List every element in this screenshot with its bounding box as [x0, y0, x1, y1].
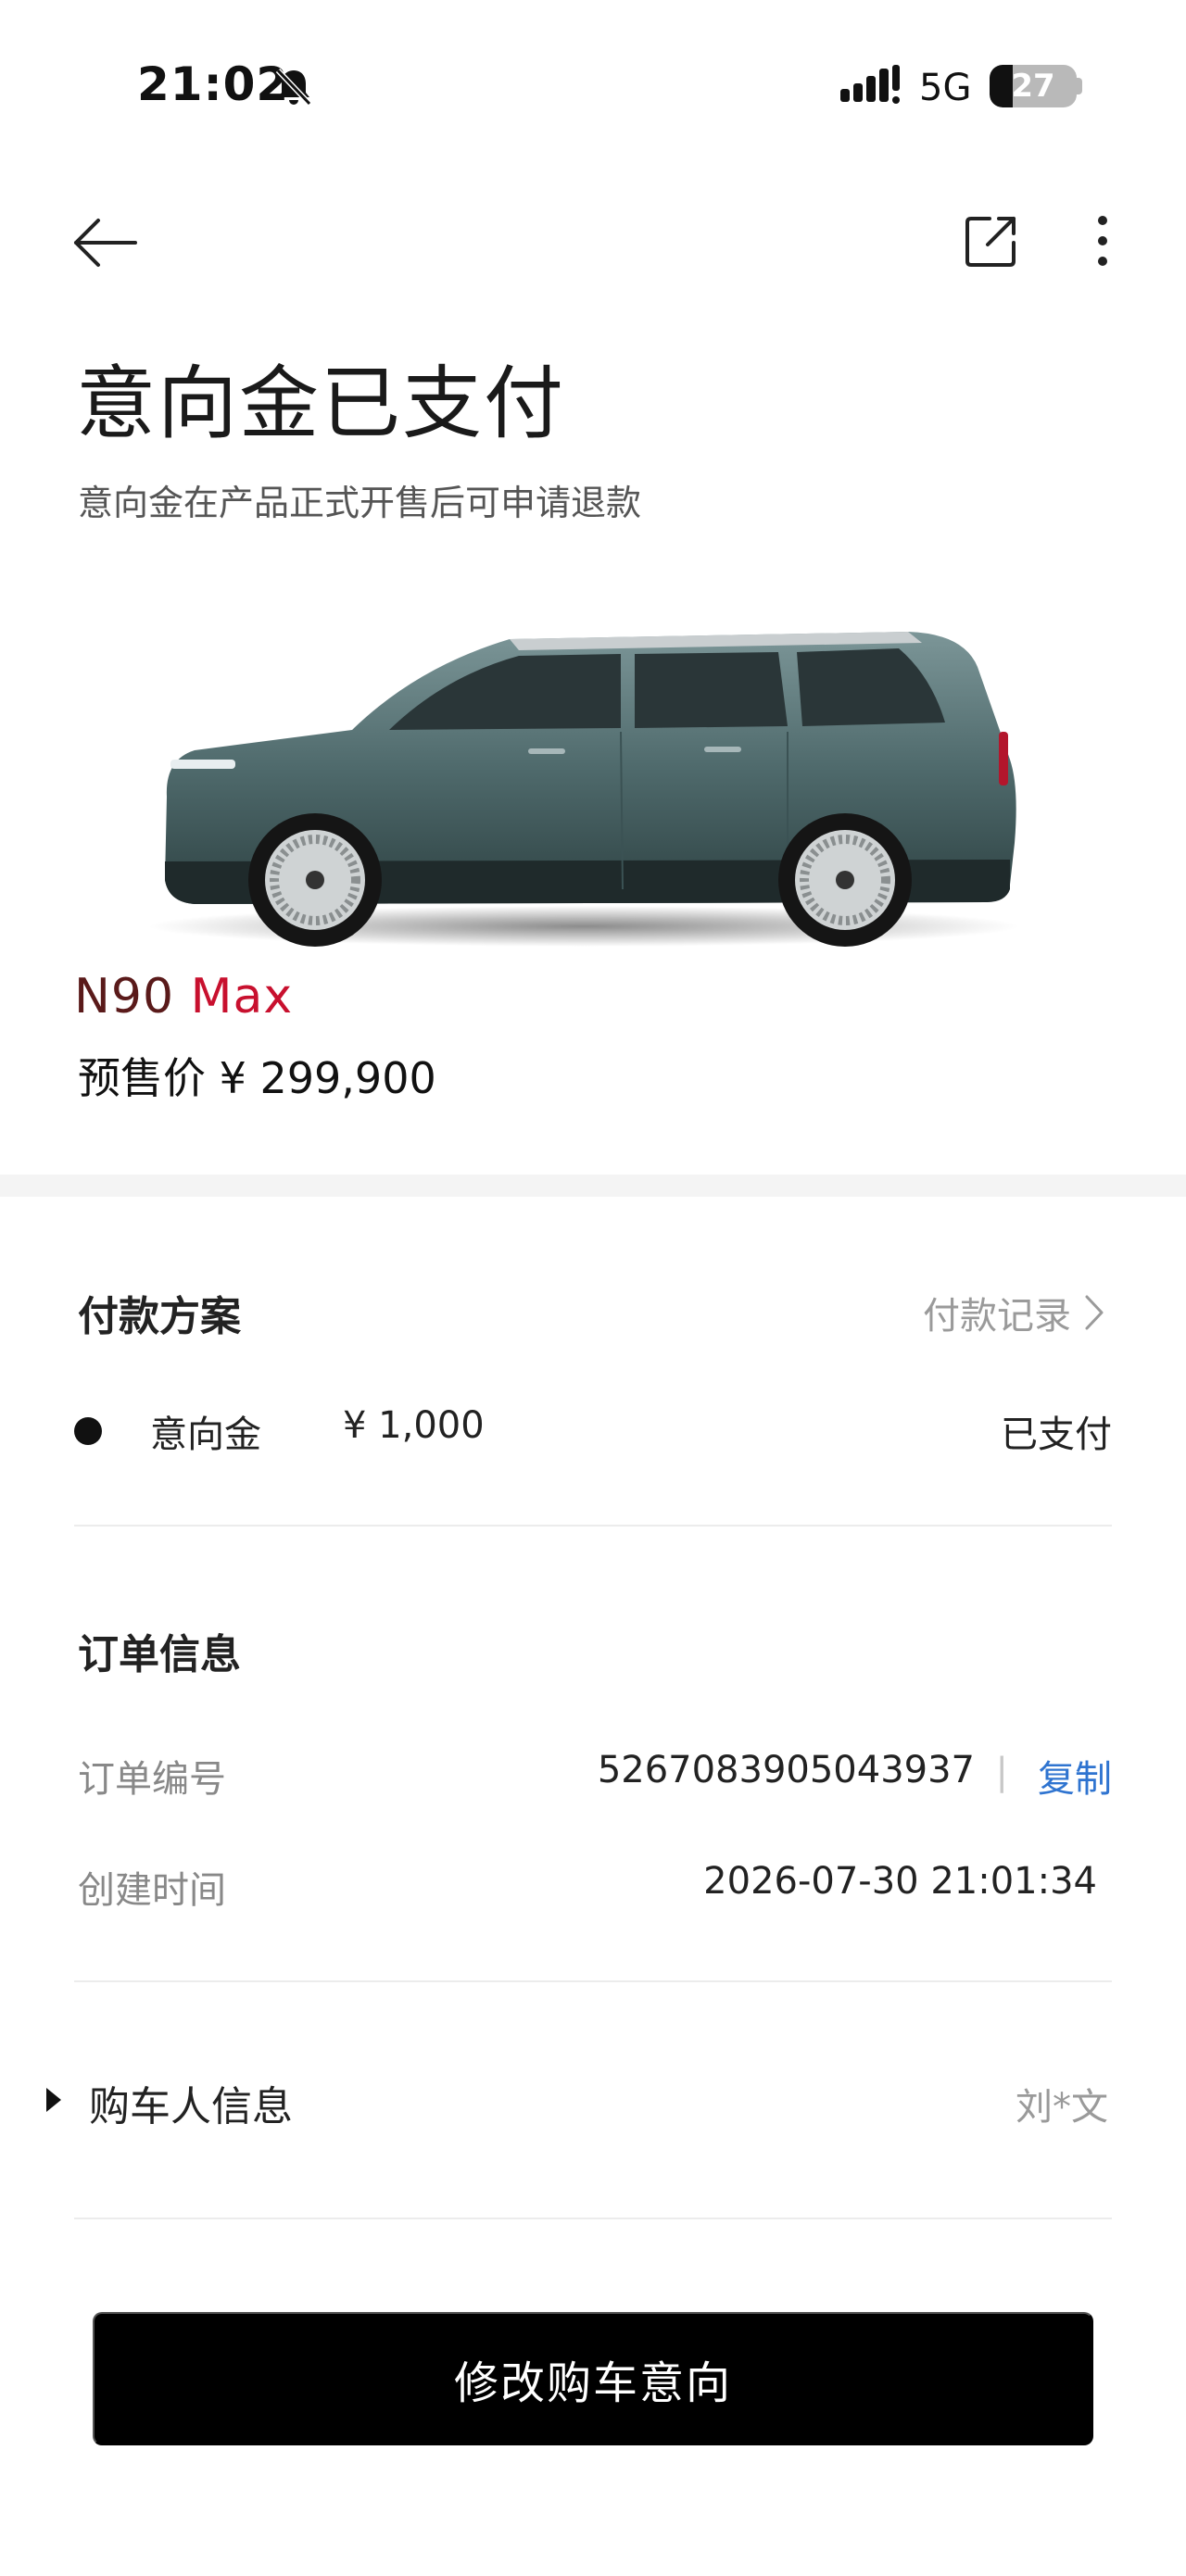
divider [74, 1525, 1112, 1527]
signal-icon [840, 65, 900, 104]
created-time-label: 创建时间 [78, 1869, 226, 1912]
more-vertical-icon[interactable] [1086, 211, 1119, 270]
battery-tip [1077, 78, 1082, 94]
created-time-row: 创建时间 2026-07-30 21:01:34 [78, 1860, 1112, 1916]
copy-button[interactable]: 复制 [1038, 1749, 1112, 1803]
page-subtitle: 意向金在产品正式开售后可申请退款 [78, 483, 642, 523]
created-time-value: 2026-07-30 21:01:34 [703, 1860, 1097, 1903]
battery-indicator: 27 [990, 65, 1077, 107]
payment-item-status: 已支付 [1001, 1414, 1112, 1456]
page-title: 意向金已支付 [76, 358, 565, 450]
payment-record-label: 付款记录 [923, 1295, 1071, 1338]
payment-item: 意向金 ¥ 1,000 已支付 [74, 1399, 1112, 1464]
model-name: N90 Max [74, 969, 293, 1024]
bullet-dot [74, 1417, 102, 1445]
modify-intention-button[interactable]: 修改购车意向 [93, 2312, 1093, 2445]
model-prefix: N90 [74, 969, 175, 1024]
order-number-row: 订单编号 5267083905043937 | 复制 [78, 1749, 1112, 1804]
status-bar: 21:02 5G 27 [0, 0, 1186, 176]
payment-plan-title: 付款方案 [78, 1293, 241, 1340]
chevron-right-icon [1085, 1295, 1104, 1330]
car-image [148, 632, 1019, 947]
divider [74, 2218, 1112, 2219]
section-band [0, 1175, 1186, 1197]
payment-record-link[interactable]: 付款记录 [923, 1286, 1104, 1339]
model-suffix: Max [190, 969, 294, 1024]
presale-price: 预售价 ¥ 299,900 [78, 1053, 436, 1103]
order-number-label: 订单编号 [78, 1758, 226, 1801]
buyer-name: 刘*文 [1016, 2086, 1108, 2129]
payment-item-amount: ¥ 1,000 [343, 1404, 485, 1447]
network-label: 5G [919, 67, 972, 109]
bell-mute-icon [275, 68, 312, 107]
order-info-title: 订单信息 [78, 1631, 241, 1678]
status-time: 21:02 [137, 57, 290, 111]
back-arrow-icon[interactable] [72, 215, 139, 270]
battery-level: 27 [1011, 68, 1055, 105]
front-wheel [248, 813, 382, 947]
buyer-info-title[interactable]: 购车人信息 [89, 2073, 293, 2132]
divider [74, 1980, 1112, 1982]
rear-wheel [778, 813, 912, 947]
share-icon[interactable] [962, 211, 1021, 270]
order-number-value: 5267083905043937 [597, 1749, 975, 1791]
payment-item-name: 意向金 [150, 1414, 261, 1456]
expand-arrow-icon[interactable] [46, 2088, 61, 2112]
separator: | [995, 1751, 1008, 1793]
